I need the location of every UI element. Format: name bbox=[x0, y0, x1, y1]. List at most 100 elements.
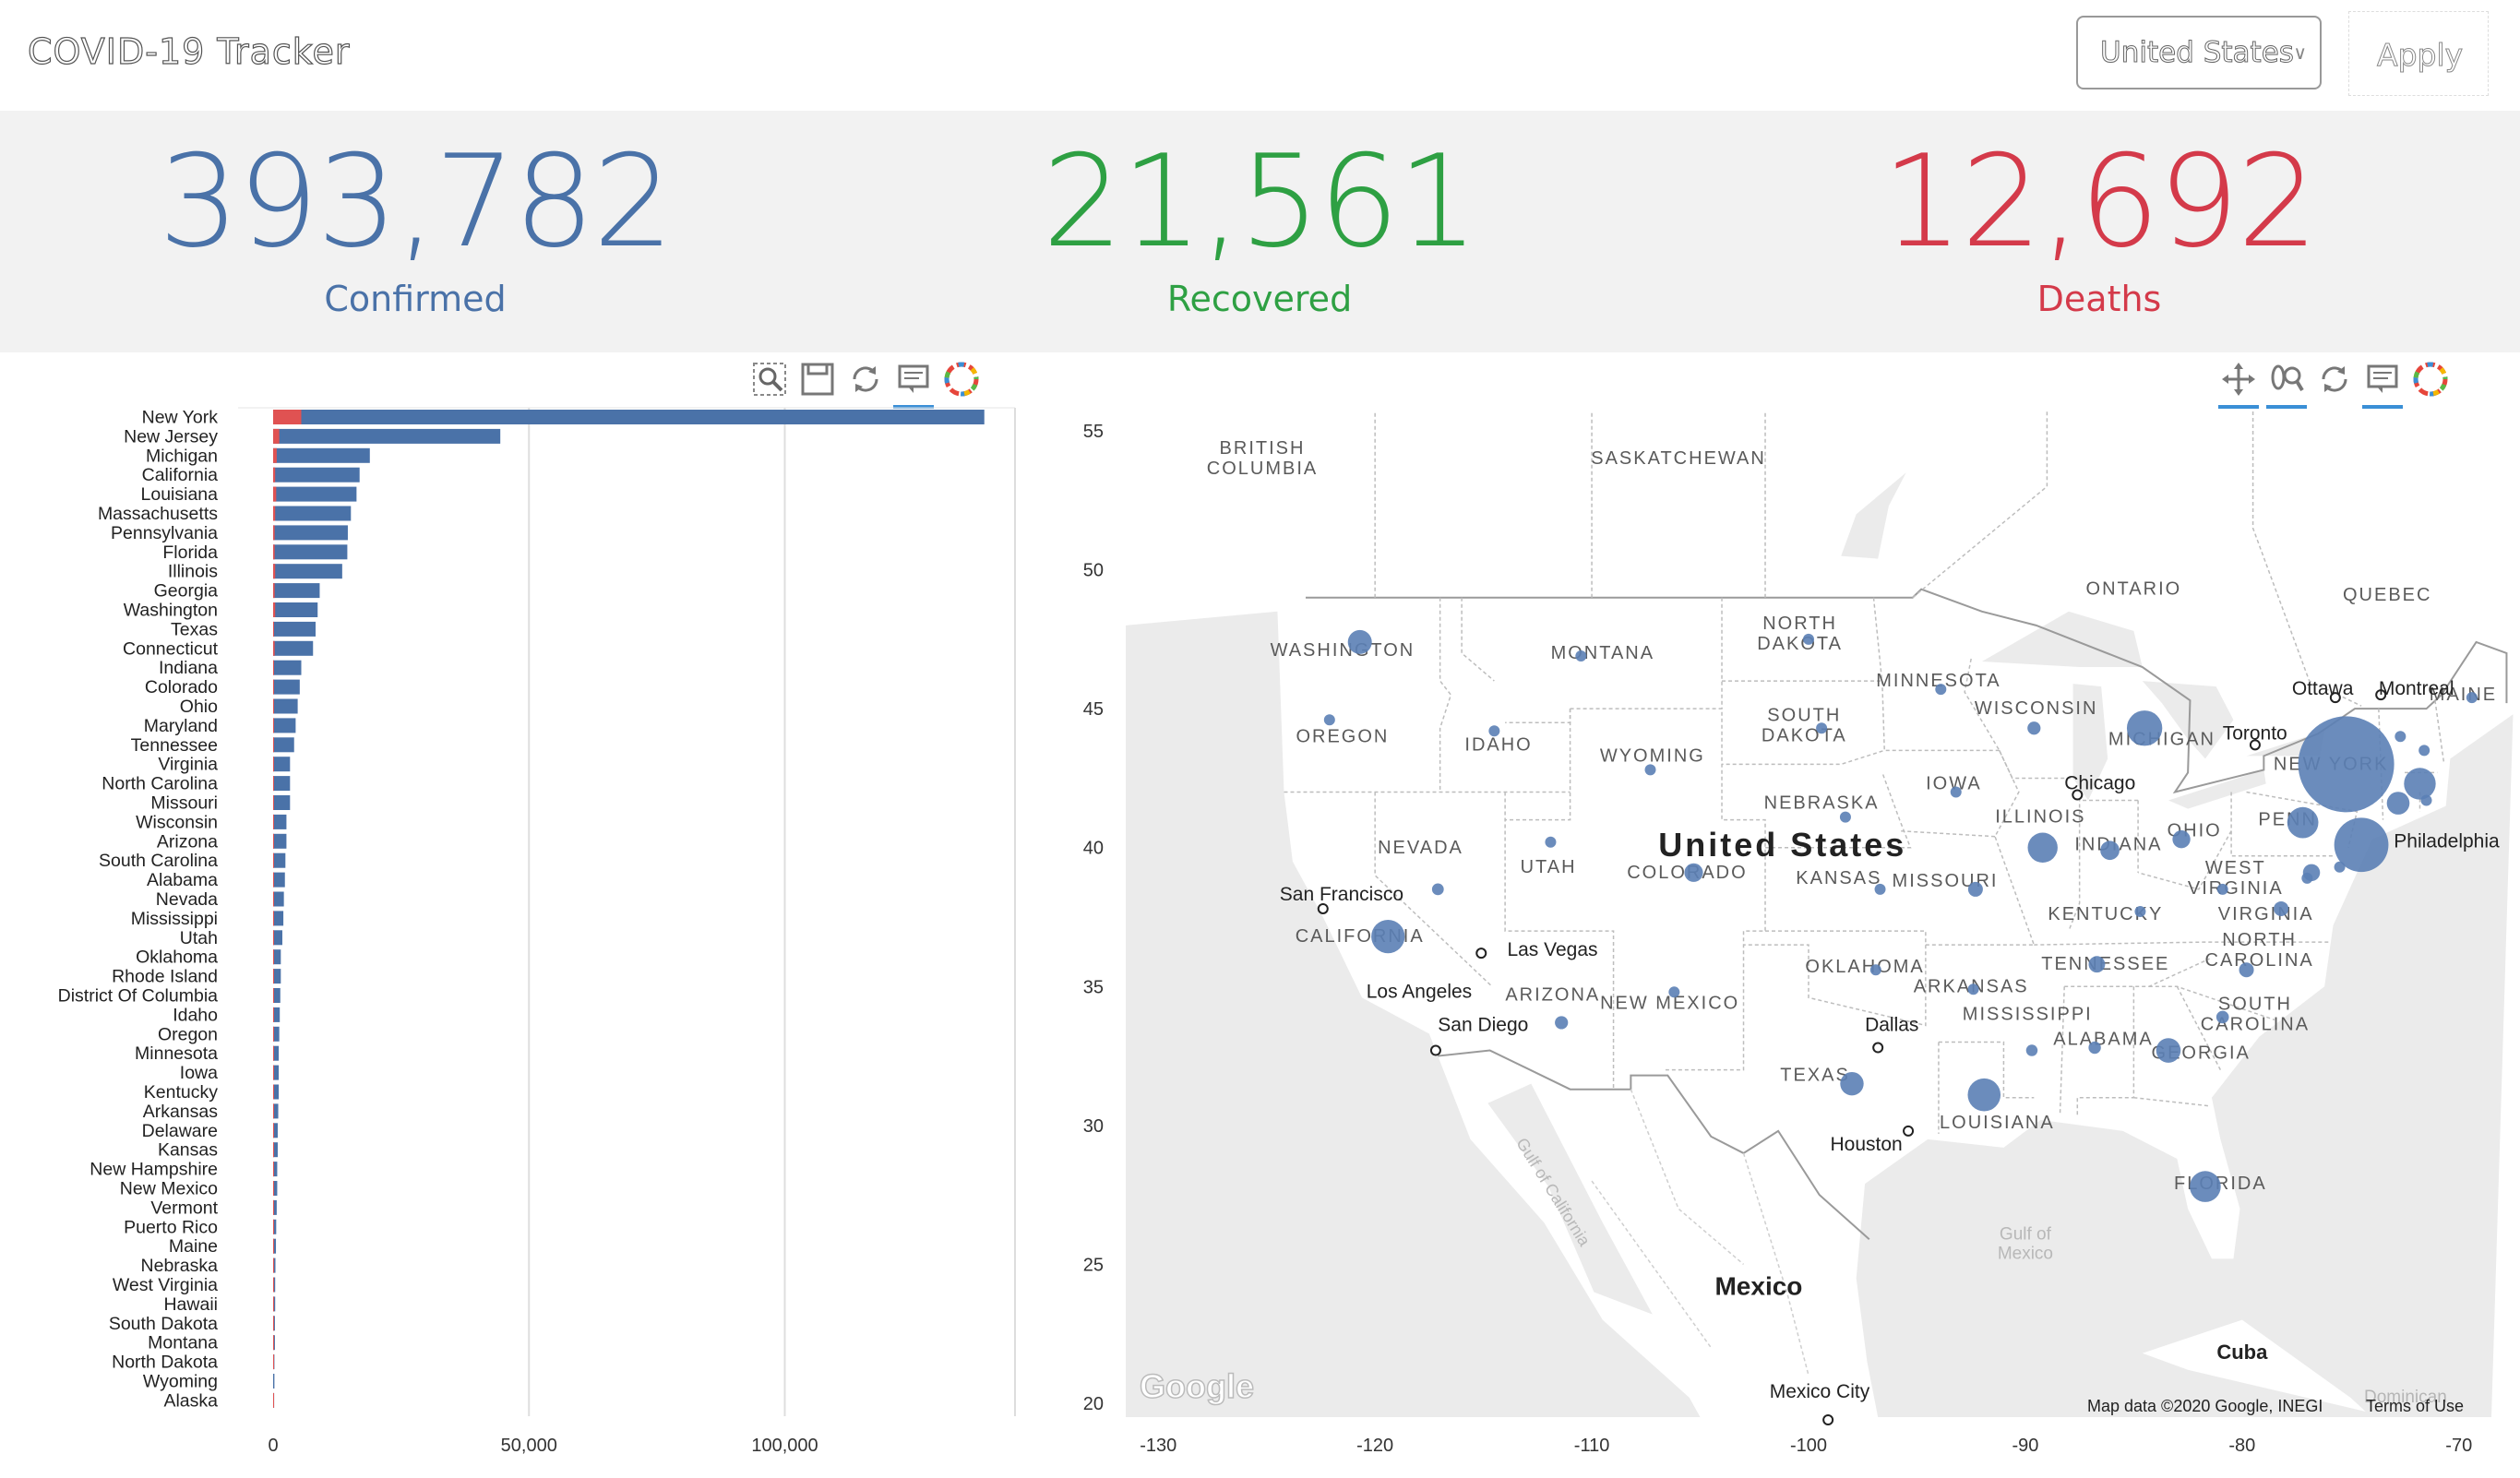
y-tick-label: Alabama bbox=[147, 870, 218, 890]
state-case-marker bbox=[1488, 725, 1500, 737]
city-label: Mexico City bbox=[1770, 1381, 1870, 1402]
state-case-marker bbox=[1684, 863, 1703, 882]
y-tick-label: South Carolina bbox=[99, 851, 218, 871]
state-case-marker bbox=[1816, 722, 1828, 734]
y-tick-label: Utah bbox=[180, 928, 218, 948]
bar-deaths bbox=[273, 1316, 274, 1331]
y-tick-label: Mississippi bbox=[131, 909, 218, 929]
bar-deaths bbox=[273, 1277, 274, 1293]
state-case-marker bbox=[2216, 883, 2228, 895]
bar-confirmed bbox=[273, 795, 291, 810]
bar-deaths bbox=[273, 525, 275, 541]
state-case-marker bbox=[2156, 1038, 2181, 1063]
bar-confirmed bbox=[273, 1007, 281, 1022]
state-case-marker bbox=[2100, 840, 2120, 861]
city-label: Ottawa bbox=[2292, 678, 2354, 699]
bar-confirmed bbox=[273, 911, 284, 926]
google-logo: Google bbox=[1140, 1367, 1254, 1405]
y-tick-label: Connecticut bbox=[123, 638, 219, 659]
state-case-marker bbox=[1803, 633, 1814, 645]
state-case-marker bbox=[2420, 794, 2432, 806]
y-tick-label: Colorado bbox=[145, 677, 218, 697]
header-bar: COVID-19 Tracker United States ∨ Apply bbox=[0, 0, 2520, 111]
deaths-label: Deaths bbox=[2036, 279, 2162, 319]
bar-deaths bbox=[273, 911, 274, 926]
bar-deaths bbox=[273, 1335, 274, 1351]
bar-confirmed bbox=[273, 410, 985, 424]
state-case-marker bbox=[2466, 692, 2478, 704]
confirmed-label: Confirmed bbox=[324, 279, 507, 319]
state-case-marker bbox=[2027, 832, 2058, 863]
map-region-label: SASKATCHEWAN bbox=[1591, 448, 1766, 469]
state-case-marker bbox=[1967, 983, 1979, 995]
bar-deaths bbox=[273, 1026, 274, 1042]
y-tick-label: Arizona bbox=[157, 831, 218, 852]
y-tick-label: New Hampshire bbox=[90, 1160, 218, 1180]
bar-deaths bbox=[273, 930, 274, 946]
bar-confirmed bbox=[273, 621, 316, 637]
state-case-marker bbox=[1840, 1071, 1864, 1096]
stat-deaths: 12,692 Deaths bbox=[1804, 111, 2395, 320]
bar-deaths bbox=[273, 1065, 274, 1080]
y-tick-label: Missouri bbox=[150, 793, 218, 814]
y-tick-label: 25 bbox=[1083, 1255, 1104, 1275]
bar-confirmed bbox=[273, 814, 287, 829]
city-dot bbox=[1903, 1125, 1915, 1137]
bar-confirmed bbox=[273, 506, 352, 521]
y-tick-label: West Virginia bbox=[113, 1275, 218, 1295]
y-tick-label: Kansas bbox=[158, 1140, 218, 1161]
bar-deaths bbox=[273, 698, 274, 714]
bar-deaths bbox=[273, 1354, 274, 1370]
map-region-label: DAKOTA bbox=[1757, 634, 1843, 654]
state-case-marker bbox=[1644, 764, 1656, 776]
map-region-label: SOUTH bbox=[2218, 994, 2292, 1014]
city-dot bbox=[1429, 1044, 1441, 1056]
state-case-marker bbox=[2172, 830, 2191, 849]
bar-confirmed bbox=[273, 698, 298, 714]
map-region-label: COLUMBIA bbox=[1207, 459, 1318, 479]
state-case-marker bbox=[2134, 905, 2146, 917]
y-tick-label: Illinois bbox=[168, 562, 218, 582]
city-label: Las Vegas bbox=[1507, 939, 1597, 960]
state-case-marker bbox=[2404, 768, 2436, 800]
bar-confirmed bbox=[273, 949, 281, 965]
bar-confirmed bbox=[273, 1374, 275, 1389]
bar-confirmed bbox=[273, 428, 501, 444]
bar-confirmed bbox=[273, 602, 318, 617]
city-label: Toronto bbox=[2223, 722, 2287, 744]
bar-deaths bbox=[273, 447, 277, 463]
map-region-label: MONTANA bbox=[1551, 643, 1655, 663]
bar-deaths bbox=[273, 583, 275, 599]
city-dot bbox=[1475, 948, 1487, 960]
bar-deaths bbox=[273, 988, 274, 1003]
state-case-marker bbox=[2301, 872, 2313, 884]
chevron-down-icon: ∨ bbox=[2293, 42, 2307, 64]
country-select[interactable]: United States ∨ bbox=[2076, 16, 2322, 89]
map-region-label: ONTARIO bbox=[2086, 579, 2182, 600]
bar-deaths bbox=[273, 891, 274, 907]
map-region-label: WEST bbox=[2205, 858, 2266, 878]
recovered-count: 21,561 bbox=[1042, 127, 1479, 276]
y-tick-label: Oregon bbox=[158, 1024, 218, 1044]
bar-confirmed bbox=[273, 640, 314, 656]
y-tick-label: Iowa bbox=[180, 1063, 218, 1083]
city-label: Houston bbox=[1830, 1134, 1902, 1155]
map-region-label: BRITISH bbox=[1220, 438, 1306, 459]
bar-confirmed bbox=[273, 486, 357, 502]
state-case-marker bbox=[2287, 806, 2319, 839]
y-tick-label: Puerto Rico bbox=[124, 1217, 218, 1237]
state-case-marker bbox=[2088, 956, 2106, 973]
cases-map[interactable]: BRITISHCOLUMBIA SASKATCHEWAN ONTARIO QUEBEC… bbox=[1015, 397, 2520, 1478]
map-region-label: MICHIGAN bbox=[2108, 729, 2215, 749]
y-tick-label: Vermont bbox=[150, 1198, 218, 1218]
bar-deaths bbox=[273, 1162, 274, 1177]
bar-deaths bbox=[273, 776, 274, 792]
apply-button[interactable]: Apply bbox=[2348, 11, 2489, 96]
map-region-label: NORTH bbox=[2222, 930, 2297, 950]
bar-confirmed bbox=[273, 660, 302, 675]
y-tick-label: Maine bbox=[169, 1236, 218, 1257]
map-region-label: LOUISIANA bbox=[1940, 1113, 2055, 1133]
map-region-label: WISCONSIN bbox=[1975, 698, 2098, 719]
y-tick-label: Wyoming bbox=[143, 1372, 218, 1392]
bar-confirmed bbox=[273, 737, 294, 753]
